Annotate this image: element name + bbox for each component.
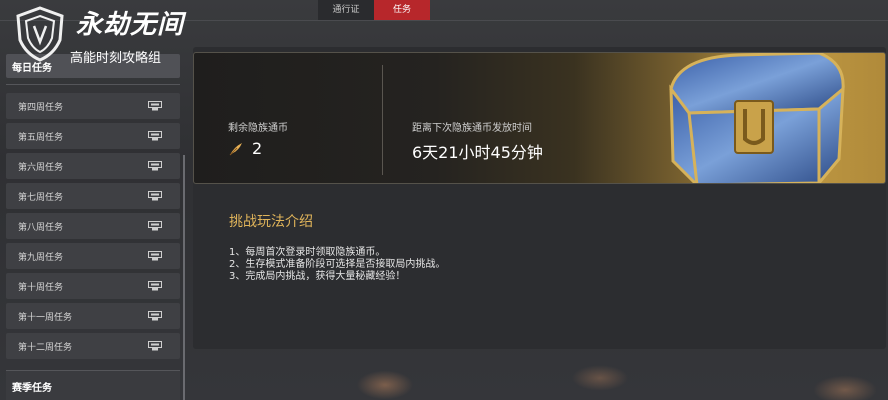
- coin-value: 2: [252, 139, 263, 158]
- next-coin-time-value: 6天21小时45分钟: [412, 143, 543, 162]
- shield-emblem-icon: [16, 6, 64, 62]
- sidebar-divider: [6, 84, 180, 85]
- coin-row: 2: [228, 139, 262, 158]
- rule-line: 2、生存模式准备阶段可选择是否接取局内挑战。: [229, 259, 446, 270]
- reward-icon: [148, 311, 162, 321]
- logo-title: 永劫无间: [76, 10, 185, 40]
- sidebar-item-week-8[interactable]: 第八周任务: [6, 213, 180, 239]
- sidebar-item-label: 第十一周任务: [18, 313, 73, 323]
- tab-tasks[interactable]: 任务: [374, 0, 430, 20]
- reward-icon: [148, 341, 162, 351]
- reward-icon: [148, 221, 162, 231]
- challenge-title: 挑战玩法介绍: [229, 214, 313, 230]
- rule-line: 1、每周首次登录时领取隐族通币。: [229, 247, 386, 258]
- sidebar-scrollbar[interactable]: [183, 155, 185, 400]
- sidebar-item-week-4[interactable]: 第四周任务: [6, 93, 180, 119]
- sidebar-item-week-9[interactable]: 第九周任务: [6, 243, 180, 269]
- logo-subtitle: 高能时刻攻略组: [70, 51, 162, 66]
- reward-icon: [148, 281, 162, 291]
- sidebar-item-week-10[interactable]: 第十周任务: [6, 273, 180, 299]
- coin-banner: 剩余隐族通币 2 距离下次隐族通币发放时间 6天21小时45分钟: [193, 52, 886, 184]
- challenge-rules: 1、每周首次登录时领取隐族通币。 2、生存模式准备阶段可选择是否接取局内挑战。 …: [229, 247, 445, 283]
- treasure-chest-icon: [669, 53, 845, 183]
- sidebar-item-week-5[interactable]: 第五周任务: [6, 123, 180, 149]
- feather-coin-icon: [229, 142, 242, 155]
- sidebar-item-label: 第五周任务: [18, 133, 64, 143]
- sidebar-item-week-6[interactable]: 第六周任务: [6, 153, 180, 179]
- coin-label: 剩余隐族通币: [228, 123, 288, 134]
- reward-icon: [148, 161, 162, 171]
- sidebar-item-label: 第八周任务: [18, 223, 64, 233]
- sidebar-item-label: 第七周任务: [18, 193, 64, 203]
- reward-icon: [148, 101, 162, 111]
- sidebar-item-week-12[interactable]: 第十二周任务: [6, 333, 180, 359]
- top-tab-bar: 通行证 任务: [318, 0, 430, 20]
- sidebar-item-label: 第十二周任务: [18, 343, 73, 353]
- sidebar-item-week-7[interactable]: 第七周任务: [6, 183, 180, 209]
- reward-icon: [148, 191, 162, 201]
- rule-line: 3、完成局内挑战，获得大量秘藏经验！: [229, 271, 406, 282]
- tab-pass[interactable]: 通行证: [318, 0, 374, 20]
- sidebar-item-label: 第九周任务: [18, 253, 64, 263]
- task-panel: 剩余隐族通币 2 距离下次隐族通币发放时间 6天21小时45分钟 挑战玩法介绍 …: [193, 47, 886, 349]
- sidebar-item-season[interactable]: 赛季任务: [6, 370, 180, 400]
- banner-divider: [382, 65, 383, 175]
- sidebar-item-label: 赛季任务: [12, 383, 52, 394]
- sidebar: 每日任务 第四周任务 第五周任务 第六周任务 第七周任务 第八周任务 第九周任务…: [0, 40, 188, 400]
- reward-icon: [148, 131, 162, 141]
- sidebar-item-label: 第十周任务: [18, 283, 64, 293]
- reward-icon: [148, 251, 162, 261]
- sidebar-item-label: 第四周任务: [18, 103, 64, 113]
- sidebar-item-week-11[interactable]: 第十一周任务: [6, 303, 180, 329]
- next-coin-time-label: 距离下次隐族通币发放时间: [412, 123, 532, 134]
- game-logo: 永劫无间 高能时刻攻略组: [8, 2, 218, 66]
- sidebar-item-label: 第六周任务: [18, 163, 64, 173]
